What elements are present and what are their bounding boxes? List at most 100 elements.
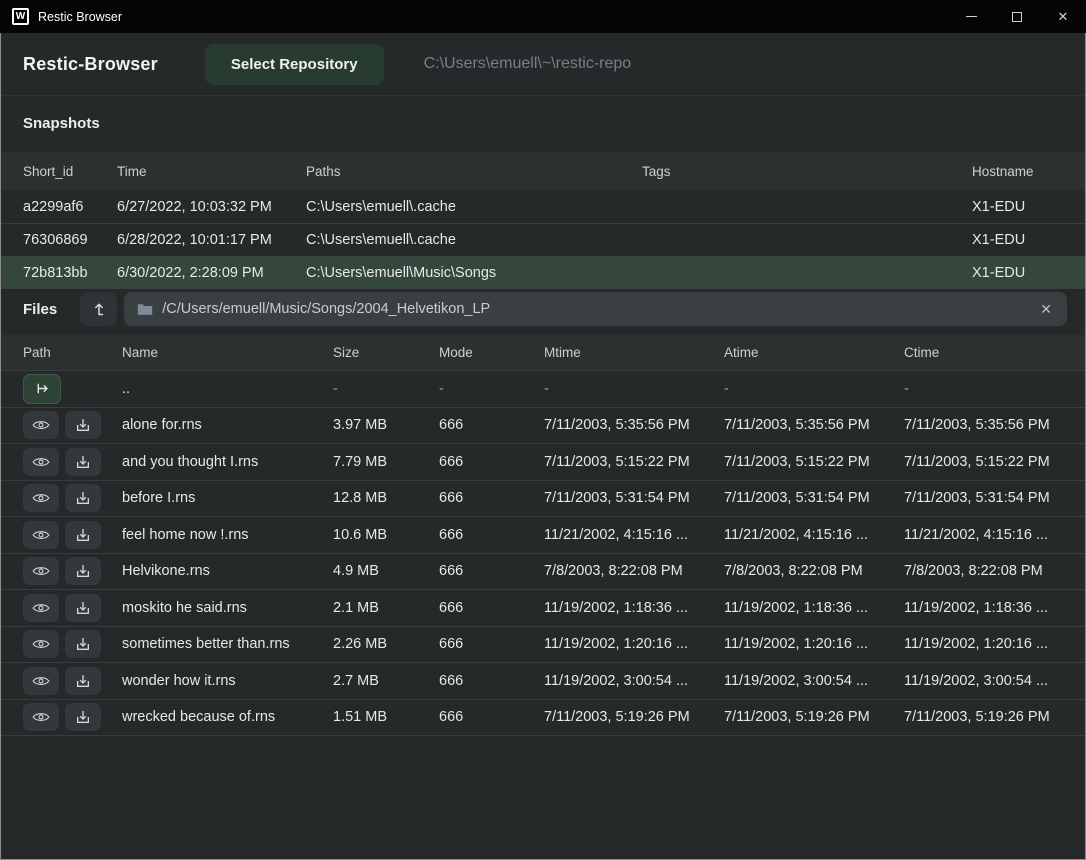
- file-atime: 7/8/2003, 8:22:08 PM: [724, 563, 904, 579]
- titlebar: W Restic Browser ✕: [0, 0, 1086, 33]
- eye-icon: [32, 455, 50, 469]
- select-repository-button[interactable]: Select Repository: [205, 44, 384, 85]
- eye-icon: [32, 674, 50, 688]
- file-atime: 7/11/2003, 5:31:54 PM: [724, 490, 904, 506]
- file-mode: 666: [439, 417, 544, 433]
- column-mode: Mode: [439, 345, 544, 360]
- files-bar: Files /C/Users/emuell/Music/Songs/2004_H…: [1, 289, 1085, 335]
- file-mtime: 11/19/2002, 1:18:36 ...: [544, 600, 724, 616]
- file-mode: 666: [439, 673, 544, 689]
- file-path-input[interactable]: /C/Users/emuell/Music/Songs/2004_Helveti…: [124, 292, 1067, 326]
- file-name: wonder how it.rns: [122, 673, 333, 689]
- file-row: before I.rns12.8 MB6667/11/2003, 5:31:54…: [1, 480, 1085, 517]
- file-ctime: 7/11/2003, 5:19:26 PM: [904, 709, 1063, 725]
- go-parent-directory-button[interactable]: [23, 374, 61, 404]
- snapshots-table-header: Short_id Time Paths Tags Hostname: [1, 152, 1085, 190]
- download-icon: [75, 600, 91, 616]
- up-arrow-icon: [91, 301, 107, 317]
- file-atime: 11/19/2002, 1:18:36 ...: [724, 600, 904, 616]
- preview-file-button[interactable]: [23, 521, 59, 549]
- download-file-button[interactable]: [65, 594, 101, 622]
- app-header: Restic-Browser Select Repository C:\User…: [1, 33, 1085, 96]
- file-row: and you thought I.rns7.79 MB6667/11/2003…: [1, 443, 1085, 480]
- file-row: sometimes better than.rns2.26 MB66611/19…: [1, 626, 1085, 663]
- download-file-button[interactable]: [65, 630, 101, 658]
- column-paths: Paths: [306, 164, 642, 179]
- column-mtime: Mtime: [544, 345, 724, 360]
- download-file-button[interactable]: [65, 557, 101, 585]
- download-file-button[interactable]: [65, 411, 101, 439]
- file-size: 4.9 MB: [333, 563, 439, 579]
- file-atime: 7/11/2003, 5:19:26 PM: [724, 709, 904, 725]
- file-name: sometimes better than.rns: [122, 636, 333, 652]
- preview-file-button[interactable]: [23, 594, 59, 622]
- file-row-actions: [23, 448, 122, 476]
- download-file-button[interactable]: [65, 448, 101, 476]
- snapshot-row[interactable]: 72b813bb6/30/2022, 2:28:09 PMC:\Users\em…: [1, 256, 1085, 289]
- download-file-button[interactable]: [65, 521, 101, 549]
- snapshots-section-title: Snapshots: [1, 96, 1085, 152]
- snapshot-hostname: X1-EDU: [972, 232, 1063, 248]
- file-row: moskito he said.rns2.1 MB66611/19/2002, …: [1, 589, 1085, 626]
- app-title: Restic-Browser: [23, 54, 158, 75]
- clear-path-button[interactable]: ✕: [1038, 301, 1054, 318]
- file-mtime: 7/11/2003, 5:35:56 PM: [544, 417, 724, 433]
- download-file-button[interactable]: [65, 667, 101, 695]
- download-icon: [75, 636, 91, 652]
- file-mtime: -: [544, 381, 724, 397]
- preview-file-button[interactable]: [23, 630, 59, 658]
- file-atime: 11/21/2002, 4:15:16 ...: [724, 527, 904, 543]
- file-size: 2.26 MB: [333, 636, 439, 652]
- file-row: wonder how it.rns2.7 MB66611/19/2002, 3:…: [1, 662, 1085, 699]
- preview-file-button[interactable]: [23, 667, 59, 695]
- eye-icon: [32, 491, 50, 505]
- maximize-button[interactable]: [994, 0, 1040, 33]
- file-mode: 666: [439, 527, 544, 543]
- download-file-button[interactable]: [65, 484, 101, 512]
- file-name: feel home now !.rns: [122, 527, 333, 543]
- file-mode: 666: [439, 563, 544, 579]
- file-mtime: 11/19/2002, 3:00:54 ...: [544, 673, 724, 689]
- snapshot-row[interactable]: a2299af66/27/2022, 10:03:32 PMC:\Users\e…: [1, 190, 1085, 223]
- snapshot-paths: C:\Users\emuell\.cache: [306, 199, 642, 215]
- file-ctime: 7/11/2003, 5:31:54 PM: [904, 490, 1063, 506]
- file-mode: 666: [439, 454, 544, 470]
- preview-file-button[interactable]: [23, 411, 59, 439]
- snapshot-short-id: 76306869: [23, 232, 117, 248]
- snapshots-table-body: a2299af66/27/2022, 10:03:32 PMC:\Users\e…: [1, 190, 1085, 289]
- files-table-header: Path Name Size Mode Mtime Atime Ctime: [1, 335, 1085, 370]
- file-ctime: 11/19/2002, 3:00:54 ...: [904, 673, 1063, 689]
- file-mode: 666: [439, 709, 544, 725]
- file-row-actions: [23, 411, 122, 439]
- maximize-icon: [1012, 12, 1022, 22]
- file-mode: 666: [439, 636, 544, 652]
- file-ctime: 7/8/2003, 8:22:08 PM: [904, 563, 1063, 579]
- snapshot-time: 6/30/2022, 2:28:09 PM: [117, 265, 306, 281]
- file-name: Helvikone.rns: [122, 563, 333, 579]
- file-row-actions: [23, 594, 122, 622]
- download-file-button[interactable]: [65, 703, 101, 731]
- snapshot-hostname: X1-EDU: [972, 199, 1063, 215]
- file-name: alone for.rns: [122, 417, 333, 433]
- minimize-button[interactable]: [948, 0, 994, 33]
- wails-logo-icon: W: [12, 8, 29, 25]
- preview-file-button[interactable]: [23, 484, 59, 512]
- file-name: moskito he said.rns: [122, 600, 333, 616]
- files-table-body: ..-----alone for.rns3.97 MB6667/11/2003,…: [1, 370, 1085, 736]
- file-row: alone for.rns3.97 MB6667/11/2003, 5:35:5…: [1, 407, 1085, 444]
- download-icon: [75, 490, 91, 506]
- files-section-title: Files: [23, 301, 57, 318]
- close-button[interactable]: ✕: [1040, 0, 1086, 33]
- preview-file-button[interactable]: [23, 557, 59, 585]
- file-path-value: /C/Users/emuell/Music/Songs/2004_Helveti…: [162, 301, 1038, 317]
- file-row: feel home now !.rns10.6 MB66611/21/2002,…: [1, 516, 1085, 553]
- snapshot-time: 6/28/2022, 10:01:17 PM: [117, 232, 306, 248]
- snapshot-row[interactable]: 763068696/28/2022, 10:01:17 PMC:\Users\e…: [1, 223, 1085, 256]
- preview-file-button[interactable]: [23, 448, 59, 476]
- file-size: 2.1 MB: [333, 600, 439, 616]
- preview-file-button[interactable]: [23, 703, 59, 731]
- up-directory-button[interactable]: [80, 292, 117, 326]
- file-ctime: 11/19/2002, 1:18:36 ...: [904, 600, 1063, 616]
- arrow-up-right-icon: [34, 381, 51, 396]
- download-icon: [75, 527, 91, 543]
